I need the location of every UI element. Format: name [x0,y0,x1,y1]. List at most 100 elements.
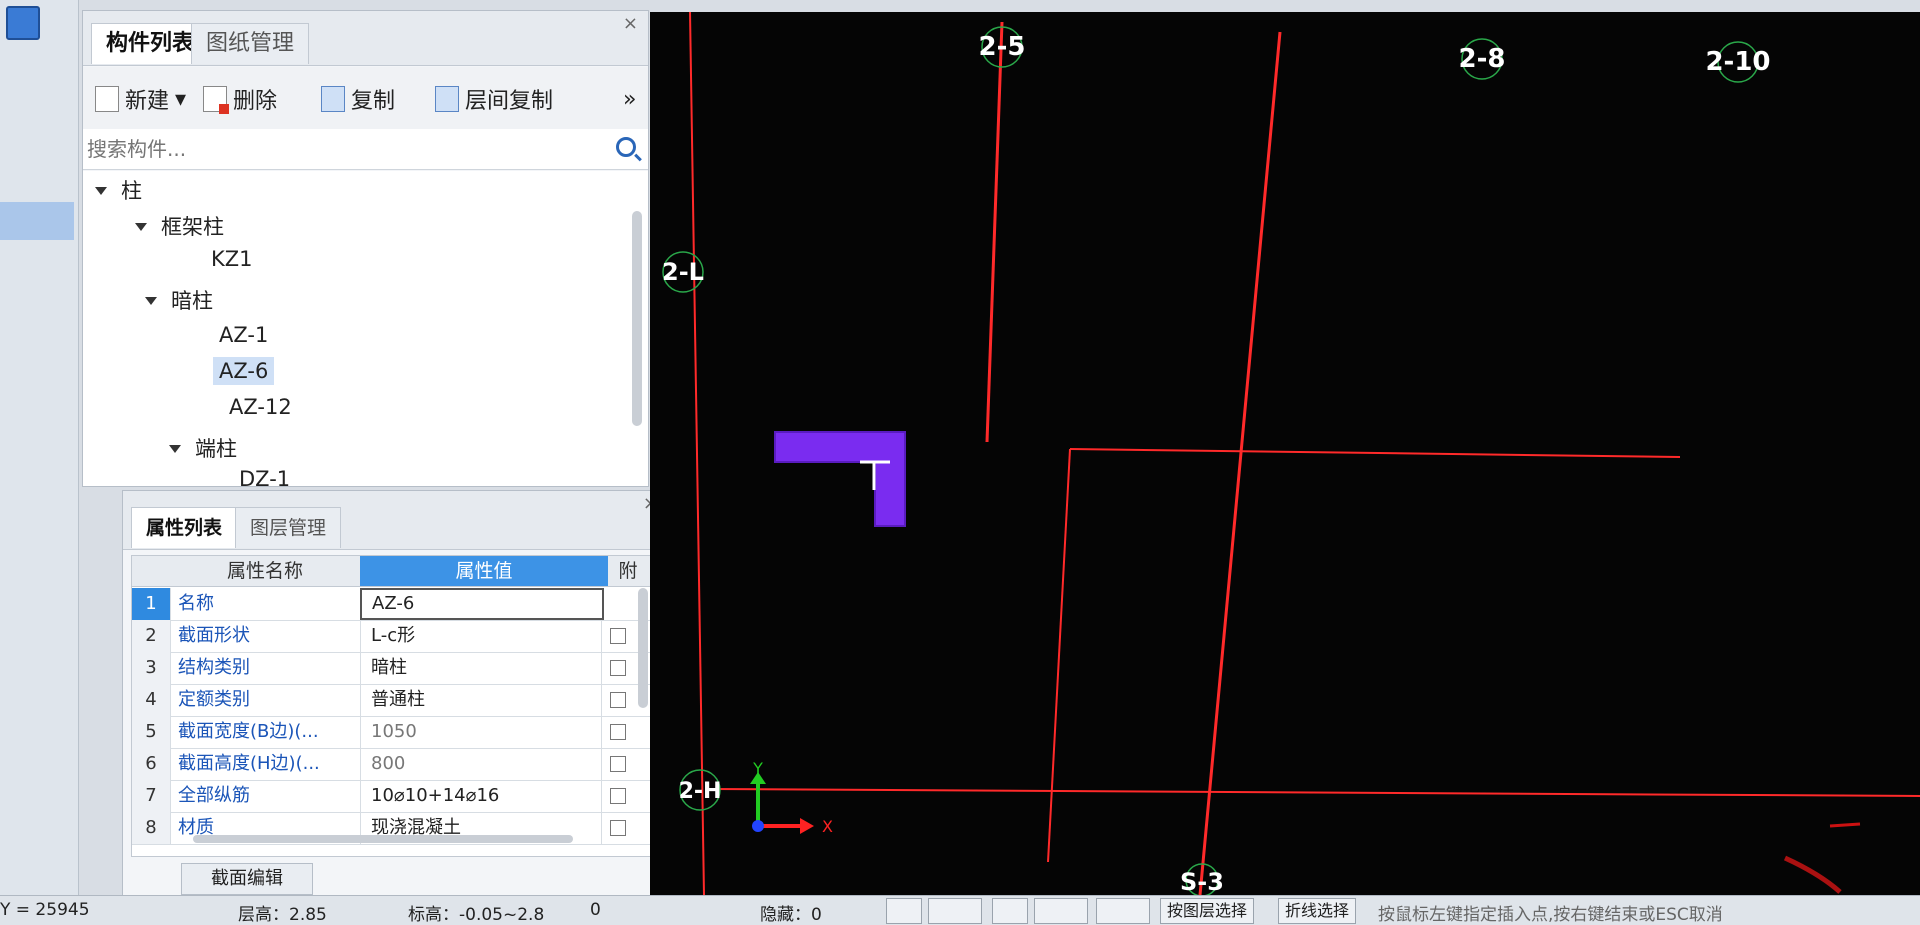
row-number: 8 [132,812,171,844]
left-rail [0,0,79,895]
property-value[interactable]: 1050 [360,716,602,748]
grid-line-2-h [709,788,1920,797]
layer-copy-button[interactable]: 层间复制 [435,83,553,115]
grid-hscrollbar[interactable] [193,835,573,843]
tree-item-az6[interactable]: AZ-6 [213,357,275,385]
attach-checkbox[interactable] [610,788,626,804]
cross-select-icon[interactable] [992,898,1028,924]
attach-checkbox[interactable] [610,820,626,836]
property-value[interactable]: 800 [360,748,602,780]
tree-item-frame-column[interactable]: 框架柱 [135,211,224,241]
layer-select-button[interactable]: 按图层选择 [1160,898,1255,924]
elevation: 标高：-0.05~2.8 [408,905,545,925]
attach-checkbox[interactable] [610,660,626,676]
property-name: 截面形状 [178,625,250,646]
tree-item-end-column[interactable]: 端柱 [169,433,237,463]
tree-item-dz1[interactable]: DZ-1 [239,467,290,486]
expand-icon[interactable] [169,445,181,453]
section-edit-button[interactable]: 截面编辑 [181,863,313,895]
grid-line-vertical-short [1047,448,1071,863]
layer-copy-icon [435,86,459,112]
ucs-y-label: Y [752,759,763,778]
more-button[interactable]: » [623,83,636,115]
axis-label-s-3: S-3 [1180,868,1224,895]
property-name: 定额类别 [178,689,250,710]
rail-active-item[interactable] [0,202,74,240]
property-grid: 属性名称 属性值 附 1 名称 AZ-6 2 截面形状 L-c形 3 结构类别 暗柱 4 定额类别 普… [131,555,653,857]
property-grid-header: 属性名称 属性值 附 [132,556,652,587]
module-icon[interactable] [6,6,40,40]
row-number: 1 [132,588,171,620]
tree-item-kz1[interactable]: KZ1 [211,247,253,271]
floor-height: 层高：2.85 [238,905,327,925]
ucs-x-arrow [800,818,814,834]
ortho-toggle-icon[interactable] [886,898,922,924]
new-button[interactable]: 新建 ▾ [95,83,186,115]
property-value[interactable]: 10⌀10+14⌀16 [360,780,602,812]
red-fragment [1783,855,1842,894]
drawing-canvas[interactable]: 2-5 2-8 2-10 2-L 2-H S-3 Y X [650,11,1920,897]
component-tree: 柱 框架柱 KZ1 暗柱 AZ-1 AZ-6 AZ-12 端柱 DZ-1 [83,171,648,486]
grid-line-2-l [689,11,705,896]
axis-label-2-8: 2-8 [1459,44,1506,74]
axis-label-2-h: 2-H [679,779,722,804]
search-bar [83,129,648,170]
property-row[interactable]: 7 全部纵筋 10⌀10+14⌀16 [132,780,652,813]
tree-item-az12[interactable]: AZ-12 [229,395,292,419]
row-number: 4 [132,684,171,716]
insert-tool-icon[interactable] [1096,898,1150,924]
component-list-panel: 构件列表 图纸管理 × 新建 ▾ 删除 复制 层间复制 » 柱 框架柱 KZ1 … [82,10,649,487]
expand-icon[interactable] [145,297,157,305]
line-tool-icon[interactable] [1034,898,1088,924]
attach-checkbox[interactable] [610,756,626,772]
grid-scrollbar[interactable] [638,588,648,708]
row-number: 3 [132,652,171,684]
red-fragment [1829,822,1861,828]
property-list-panel: 属性列表 图层管理 × 属性名称 属性值 附 1名称AZ-62截面形状L-c形3… [122,490,669,897]
property-value[interactable]: 普通柱 [360,684,602,716]
axis-label-2-l: 2-L [662,258,704,286]
property-row[interactable]: 2 截面形状 L-c形 [132,620,652,653]
property-tabs: 属性列表 图层管理 × [123,491,668,550]
tree-scrollbar[interactable] [632,211,642,426]
delete-button[interactable]: 删除 [203,83,277,115]
row-number: 6 [132,748,171,780]
grid-line-2-5 [985,21,1004,443]
search-icon[interactable] [616,137,636,157]
attach-checkbox[interactable] [610,628,626,644]
property-row[interactable]: 1 名称 AZ-6 [132,588,652,621]
close-icon[interactable]: × [623,13,638,34]
property-row[interactable]: 5 截面宽度(B边)(... 1050 [132,716,652,749]
expand-icon[interactable] [135,223,147,231]
tree-item-hidden-column[interactable]: 暗柱 [145,285,213,315]
attach-checkbox[interactable] [610,724,626,740]
column-preview-az6[interactable] [774,431,906,527]
grid-line-horizontal-mid [1069,448,1681,458]
grid-line-s-3 [1198,31,1282,896]
chevron-down-icon[interactable]: ▾ [175,87,186,112]
copy-icon [321,86,345,112]
property-value[interactable]: L-c形 [360,620,602,652]
zero-value: 0 [590,900,601,920]
tree-item-column[interactable]: 柱 [95,175,142,205]
property-row[interactable]: 4 定额类别 普通柱 [132,684,652,717]
polyline-select-button[interactable]: 折线选择 [1278,898,1357,924]
snap-toggle-icon[interactable] [928,898,982,924]
tab-drawing-management[interactable]: 图纸管理 [191,23,310,64]
ucs-x-label: X [822,817,833,836]
new-file-icon [95,86,119,112]
search-input[interactable] [83,129,587,169]
copy-button[interactable]: 复制 [321,83,395,115]
property-value[interactable]: AZ-6 [360,588,604,620]
tree-item-az1[interactable]: AZ-1 [219,323,268,347]
property-row[interactable]: 3 结构类别 暗柱 [132,652,652,685]
tab-property-list[interactable]: 属性列表 [131,507,238,548]
expand-icon[interactable] [95,187,107,195]
property-row[interactable]: 6 截面高度(H边)(... 800 [132,748,652,781]
property-value[interactable]: 暗柱 [360,652,602,684]
attach-checkbox[interactable] [610,692,626,708]
tab-layer-management[interactable]: 图层管理 [235,507,342,548]
component-tabs: 构件列表 图纸管理 × [83,11,648,66]
property-name: 截面宽度(B边)(... [178,721,319,742]
component-toolbar: 新建 ▾ 删除 复制 层间复制 » [83,67,648,130]
